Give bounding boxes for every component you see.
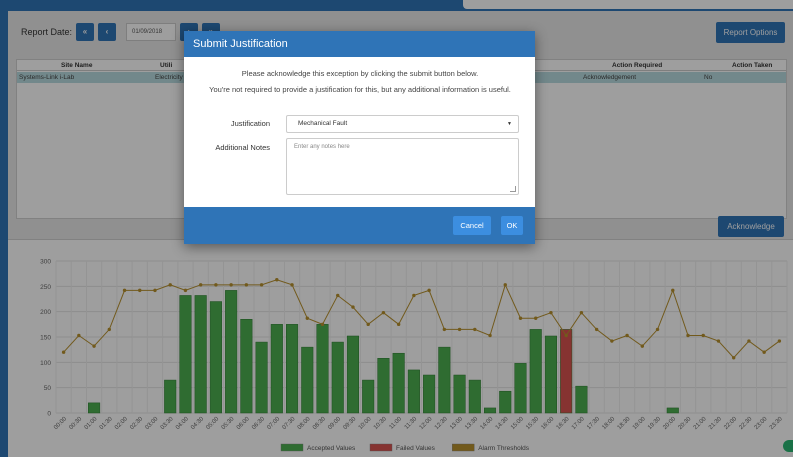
modal-message-2: You're not required to provide a justifi…: [209, 85, 511, 94]
justification-value: Mechanical Fault: [298, 120, 348, 127]
justification-select[interactable]: Mechanical Fault ▼: [286, 115, 519, 133]
notes-label: Additional Notes: [215, 143, 270, 152]
notes-textarea[interactable]: Enter any notes here: [286, 138, 519, 195]
cancel-button[interactable]: Cancel: [453, 216, 491, 235]
modal-title: Submit Justification: [184, 31, 535, 57]
justification-label: Justification: [230, 119, 270, 128]
modal-message-1: Please acknowledge this exception by cli…: [241, 69, 479, 78]
resize-handle-icon[interactable]: [510, 186, 516, 192]
justification-modal: Submit Justification Please acknowledge …: [184, 31, 535, 244]
modal-footer: Cancel OK: [184, 207, 535, 244]
notes-placeholder: Enter any notes here: [294, 144, 350, 150]
caret-down-icon: ▼: [507, 121, 512, 127]
ok-button[interactable]: OK: [501, 216, 523, 235]
